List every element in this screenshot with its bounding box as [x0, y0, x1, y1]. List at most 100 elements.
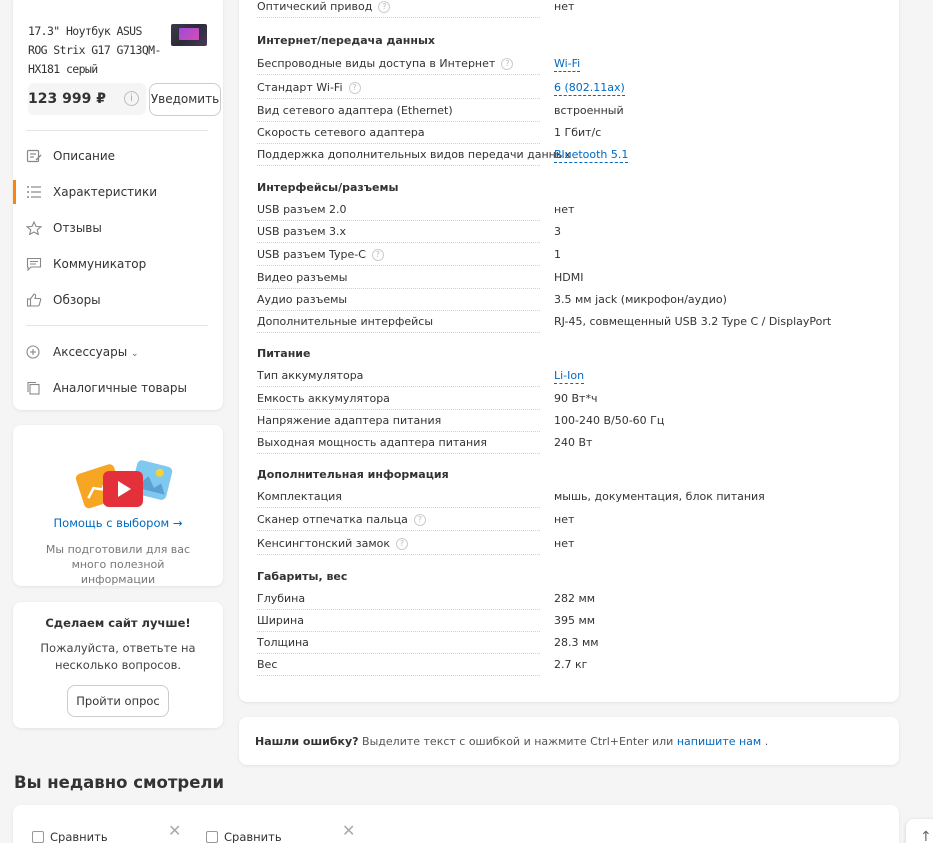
product-thumbnail[interactable]: [171, 24, 207, 46]
question-icon[interactable]: ?: [501, 58, 514, 70]
spec-row: Вес 2.7 кг: [257, 658, 887, 680]
spec-value: нет: [554, 0, 575, 13]
spec-row: Скорость сетевого адаптера 1 Гбит/с: [257, 126, 887, 148]
spec-name: Беспроводные виды доступа в Интернет?: [257, 57, 540, 75]
spec-name: Глубина: [257, 592, 540, 610]
nav-item-similar[interactable]: Аналогичные товары: [13, 370, 223, 406]
nav-item-specs[interactable]: Характеристики: [13, 174, 223, 210]
spec-value: RJ-45, совмещенный USB 3.2 Type C / Disp…: [554, 315, 832, 328]
close-icon[interactable]: ✕: [168, 821, 181, 840]
product-title[interactable]: 17.3" Ноутбук ASUS ROG Strix G17 G713QM-…: [28, 22, 163, 79]
spec-value: 282 мм: [554, 592, 596, 605]
spec-name: Стандарт Wi-Fi?: [257, 81, 540, 99]
spec-row: Комплектация мышь, документация, блок пи…: [257, 490, 887, 512]
spec-row: USB разъем Type-C? 1: [257, 248, 887, 270]
help-card: Помощь с выбором → Мы подготовили для ва…: [13, 425, 223, 586]
spec-value-link[interactable]: 6 (802.11ax): [554, 81, 625, 96]
spec-name: Аудио разъемы: [257, 293, 540, 311]
spec-row: Выходная мощность адаптера питания 240 В…: [257, 436, 887, 458]
spec-name: Тип аккумулятора: [257, 369, 540, 387]
product-price: 123 999 ₽: [28, 91, 106, 107]
nav-item-accessories[interactable]: Аксессуары ⌄: [13, 334, 223, 370]
spec-value-link[interactable]: Li-Ion: [554, 369, 585, 384]
spec-name: Толщина: [257, 636, 540, 654]
plus-circle-icon: [26, 345, 42, 359]
spec-value: 28.3 мм: [554, 636, 599, 649]
spec-name: Скорость сетевого адаптера: [257, 126, 540, 144]
nav-item-label: Описание: [53, 149, 116, 163]
nav-item-reviews[interactable]: Отзывы: [13, 210, 223, 246]
star-icon: [25, 220, 43, 236]
help-illustration: [75, 460, 173, 509]
spec-name: Ширина: [257, 614, 540, 632]
question-icon[interactable]: ?: [413, 514, 426, 526]
product-sidebar-card: 17.3" Ноутбук ASUS ROG Strix G17 G713QM-…: [13, 0, 223, 410]
spec-name: Видео разъемы: [257, 271, 540, 289]
nav-item-label: Характеристики: [53, 185, 158, 199]
checkbox[interactable]: [206, 831, 218, 843]
checkbox[interactable]: [32, 831, 44, 843]
spec-name: Кенсингтонский замок?: [257, 537, 540, 555]
spec-row: Кенсингтонский замок? нет: [257, 537, 887, 559]
help-link[interactable]: Помощь с выбором →: [13, 516, 223, 530]
specs-card: Оптический привод? нет Интернет/передача…: [239, 0, 899, 702]
spec-value: нет: [554, 203, 575, 216]
nav-item-communicator[interactable]: Коммуникатор: [13, 246, 223, 282]
thumbs-up-icon: [26, 293, 42, 307]
spec-row: Дополнительные интерфейсы RJ-45, совмеще…: [257, 315, 887, 337]
divider: [26, 130, 208, 131]
spec-value-link[interactable]: Wi-Fi: [554, 57, 581, 72]
spec-value: встроенный: [554, 104, 624, 117]
nav-item-label: Аксессуары ⌄: [53, 345, 139, 359]
spec-row: Тип аккумулятора Li-Ion: [257, 369, 887, 391]
nav-item-label: Отзывы: [53, 221, 102, 235]
list-icon: [26, 185, 42, 199]
spec-group-title: Дополнительная информация: [257, 468, 449, 481]
write-us-link[interactable]: напишите нам: [677, 735, 761, 748]
nav-item-description[interactable]: Описание: [13, 138, 223, 174]
error-report-text: Нашли ошибку? Выделите текст с ошибкой и…: [255, 735, 769, 748]
close-icon[interactable]: ✕: [342, 821, 355, 840]
copy-icon: [26, 381, 42, 395]
spec-name: Комплектация: [257, 490, 540, 508]
notify-button[interactable]: Уведомить: [149, 83, 221, 116]
spec-value: 3: [554, 225, 561, 238]
survey-title: Сделаем сайт лучше!: [45, 616, 191, 630]
question-icon[interactable]: ?: [378, 1, 391, 13]
spec-row: Оптический привод? нет: [257, 0, 887, 22]
spec-value: 3.5 мм jack (микрофон/аудио): [554, 293, 727, 306]
compare-checkbox[interactable]: Сравнить: [206, 830, 282, 843]
nav-item-overviews[interactable]: Обзоры: [13, 282, 223, 318]
question-icon[interactable]: ?: [371, 249, 384, 261]
chevron-down-icon: ⌄: [131, 349, 139, 359]
compare-checkbox[interactable]: Сравнить: [32, 830, 108, 843]
spec-value: 395 мм: [554, 614, 596, 627]
spec-value: 1 Гбит/с: [554, 126, 602, 139]
spec-name: Дополнительные интерфейсы: [257, 315, 540, 333]
spec-row: Стандарт Wi-Fi? 6 (802.11ax): [257, 81, 887, 103]
spec-group-title: Питание: [257, 347, 311, 360]
info-icon[interactable]: i: [124, 91, 139, 106]
survey-button[interactable]: Пройти опрос: [67, 685, 169, 717]
spec-name: Напряжение адаптера питания: [257, 414, 540, 432]
spec-row: Ширина 395 мм: [257, 614, 887, 636]
spec-name: USB разъем Type-C?: [257, 248, 540, 266]
scroll-to-top-button[interactable]: ↑: [906, 819, 933, 843]
spec-name: Поддержка дополнительных видов передачи …: [257, 148, 571, 166]
question-icon[interactable]: ?: [396, 538, 409, 550]
spec-name: Сканер отпечатка пальца?: [257, 513, 540, 531]
spec-value-link[interactable]: Bluetooth 5.1: [554, 148, 629, 163]
spec-row: Емкость аккумулятора 90 Вт*ч: [257, 392, 887, 414]
spec-row: Беспроводные виды доступа в Интернет? Wi…: [257, 57, 887, 79]
spec-value: 1: [554, 248, 561, 261]
question-icon[interactable]: ?: [348, 82, 361, 94]
recently-viewed-title: Вы недавно смотрели: [14, 773, 225, 792]
spec-value: нет: [554, 537, 575, 550]
spec-row: Толщина 28.3 мм: [257, 636, 887, 658]
survey-card: Сделаем сайт лучше! Пожалуйста, ответьте…: [13, 602, 223, 728]
error-report-card: Нашли ошибку? Выделите текст с ошибкой и…: [239, 717, 899, 765]
arrow-up-icon: ↑: [920, 829, 932, 843]
spec-name: Вид сетевого адаптера (Ethernet): [257, 104, 540, 122]
spec-value: мышь, документация, блок питания: [554, 490, 765, 503]
spec-row: USB разъем 2.0 нет: [257, 203, 887, 225]
